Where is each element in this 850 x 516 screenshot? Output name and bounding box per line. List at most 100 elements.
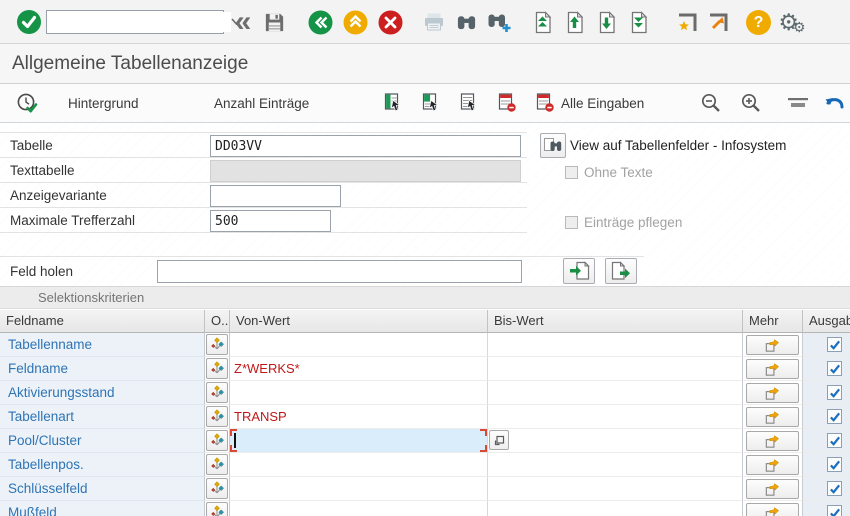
output-checkbox[interactable] xyxy=(827,505,842,516)
bis-wert-cell[interactable] xyxy=(488,381,743,405)
value-help-button[interactable] xyxy=(489,430,509,450)
multiple-selection-button[interactable] xyxy=(746,335,799,355)
von-wert-cell[interactable] xyxy=(230,333,488,357)
next-page-button[interactable] xyxy=(595,0,618,44)
select-all-button[interactable] xyxy=(383,84,403,122)
selection-options-icon xyxy=(209,360,225,377)
exit-button[interactable] xyxy=(343,0,368,44)
checkmark-icon xyxy=(829,363,841,375)
deselect-all-button[interactable] xyxy=(459,84,479,122)
help-button[interactable]: ? xyxy=(746,10,771,35)
first-page-button[interactable] xyxy=(531,0,554,44)
selection-options-button[interactable] xyxy=(206,334,228,355)
cancel-icon xyxy=(378,10,403,35)
save-button[interactable] xyxy=(262,0,286,44)
selection-options-button[interactable] xyxy=(206,358,228,379)
selection-options-button[interactable] xyxy=(206,454,228,475)
multiple-selection-button[interactable] xyxy=(746,407,799,427)
naechstes-feld-button[interactable] xyxy=(605,258,637,284)
tabelle-input[interactable] xyxy=(210,135,521,157)
separator xyxy=(0,232,527,233)
create-shortcut-button[interactable] xyxy=(674,0,699,44)
von-wert-cell[interactable] xyxy=(230,501,488,516)
selection-options-button[interactable] xyxy=(206,478,228,499)
infosystem-button[interactable] xyxy=(540,133,566,158)
output-checkbox[interactable] xyxy=(827,361,842,376)
zoom-out-button[interactable] xyxy=(700,84,723,122)
field-name-link[interactable]: Schlüsselfeld xyxy=(0,481,88,496)
bis-wert-cell[interactable] xyxy=(488,501,743,516)
zoom-in-button[interactable] xyxy=(740,84,763,122)
col-bis-wert: Bis-Wert xyxy=(488,310,743,333)
gui-actions-button[interactable] xyxy=(705,0,730,44)
multiple-selection-button[interactable] xyxy=(746,455,799,475)
von-wert-cell[interactable] xyxy=(230,477,488,501)
find-next-button[interactable] xyxy=(486,0,512,44)
von-wert-cell[interactable] xyxy=(230,381,488,405)
von-wert-cell[interactable]: Z*WERKS* xyxy=(230,357,488,381)
command-field[interactable] xyxy=(46,10,224,34)
texttabelle-input xyxy=(210,160,521,182)
last-page-button[interactable] xyxy=(627,0,650,44)
cancel-button[interactable] xyxy=(378,0,403,44)
execute-button[interactable] xyxy=(16,84,39,122)
bis-wert-cell[interactable] xyxy=(488,357,743,381)
output-checkbox[interactable] xyxy=(827,433,842,448)
hintergrund-button[interactable]: Hintergrund xyxy=(68,84,139,122)
command-input[interactable] xyxy=(47,12,231,32)
multiple-selection-button[interactable] xyxy=(746,479,799,499)
checkmark-icon xyxy=(829,483,841,495)
selection-options-button[interactable] xyxy=(206,382,228,403)
delete-all-inputs-button[interactable] xyxy=(535,84,555,122)
alle-eingaben-button[interactable]: Alle Eingaben xyxy=(561,84,644,122)
field-name-link[interactable]: Mußfeld xyxy=(0,505,57,516)
feld-holen-input[interactable] xyxy=(157,260,522,283)
col-operator: O.. xyxy=(205,310,230,333)
shortcut-star-icon xyxy=(675,10,699,34)
find-button[interactable] xyxy=(455,0,477,44)
back-button[interactable] xyxy=(308,0,333,44)
field-name-link[interactable]: Tabellenpos. xyxy=(0,457,84,472)
previous-page-button[interactable] xyxy=(563,0,586,44)
von-wert-value xyxy=(230,481,234,496)
anzahl-eintraege-button[interactable]: Anzahl Einträge xyxy=(214,84,309,122)
multiple-selection-button[interactable] xyxy=(746,503,799,516)
output-checkbox[interactable] xyxy=(827,457,842,472)
von-wert-cell[interactable] xyxy=(230,453,488,477)
field-name-link[interactable]: Feldname xyxy=(0,361,68,376)
selection-options-button[interactable] xyxy=(206,502,228,516)
bis-wert-cell[interactable] xyxy=(488,453,743,477)
layout-lines-button[interactable] xyxy=(786,84,810,122)
field-name-link[interactable]: Aktivierungsstand xyxy=(0,385,115,400)
von-wert-cell[interactable] xyxy=(230,429,488,453)
output-checkbox[interactable] xyxy=(827,385,842,400)
field-name-link[interactable]: Pool/Cluster xyxy=(0,433,82,448)
output-checkbox[interactable] xyxy=(827,409,842,424)
bis-wert-cell[interactable] xyxy=(488,333,743,357)
select-block-button[interactable] xyxy=(421,84,441,122)
bis-wert-cell[interactable] xyxy=(488,477,743,501)
customize-layout-button[interactable]: ⚙ ⚙ xyxy=(776,0,808,44)
collapse-toolbar-button[interactable]: « xyxy=(230,0,256,44)
back-icon xyxy=(308,10,333,35)
bis-wert-cell[interactable] xyxy=(488,429,743,453)
feld-uebernehmen-button[interactable] xyxy=(563,258,595,284)
selection-options-button[interactable] xyxy=(206,406,228,427)
enter-button[interactable] xyxy=(16,0,42,44)
maximale-trefferzahl-input[interactable] xyxy=(210,210,331,232)
undo-button[interactable] xyxy=(822,84,847,122)
output-checkbox[interactable] xyxy=(827,337,842,352)
system-toolbar: « xyxy=(0,0,850,44)
multiple-selection-button[interactable] xyxy=(746,383,799,403)
output-checkbox[interactable] xyxy=(827,481,842,496)
multiple-selection-button[interactable] xyxy=(746,431,799,451)
von-wert-cell[interactable]: TRANSP xyxy=(230,405,488,429)
anzeigevariante-input[interactable] xyxy=(210,185,341,207)
delete-selection-button[interactable] xyxy=(497,84,517,122)
print-button[interactable] xyxy=(423,0,445,44)
selection-options-button[interactable] xyxy=(206,430,228,451)
field-name-link[interactable]: Tabellenname xyxy=(0,337,92,352)
field-name-link[interactable]: Tabellenart xyxy=(0,409,74,424)
multiple-selection-button[interactable] xyxy=(746,359,799,379)
bis-wert-cell[interactable] xyxy=(488,405,743,429)
